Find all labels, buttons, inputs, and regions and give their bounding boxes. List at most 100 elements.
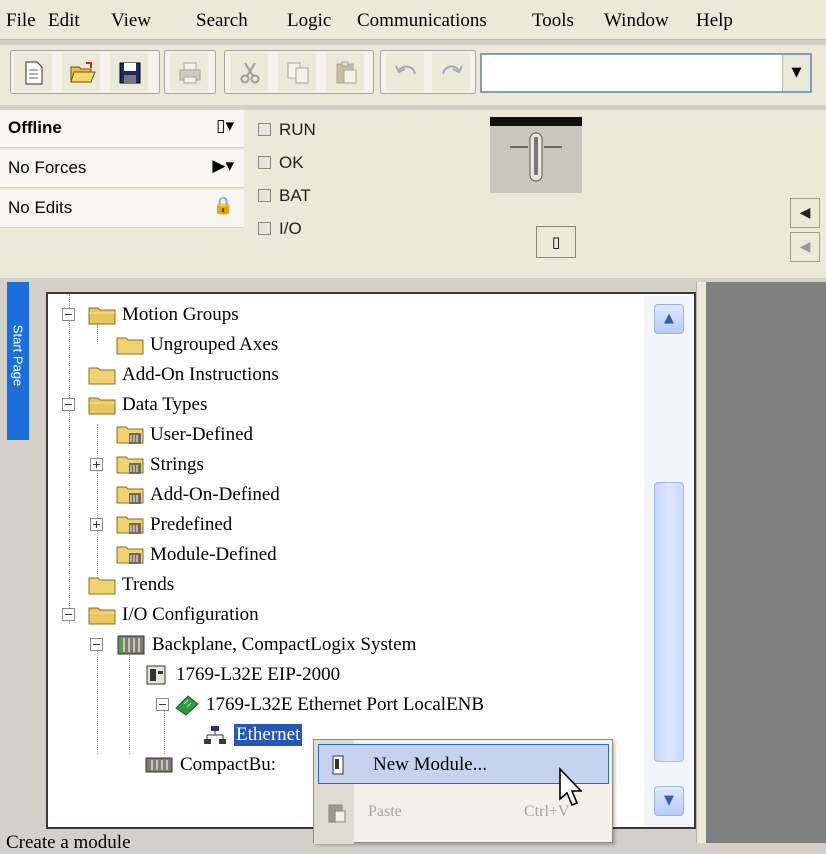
paste-icon — [328, 804, 346, 823]
network-icon — [204, 726, 226, 744]
tree-item-add-on-defined[interactable]: Add-On-Defined — [116, 480, 280, 510]
menu-tools[interactable]: Tools — [532, 10, 574, 32]
copy-icon — [287, 62, 309, 84]
tree-line — [164, 704, 165, 754]
collapse-icon[interactable]: − — [156, 698, 169, 711]
datatype-icon — [116, 486, 144, 504]
scroll-left-icon[interactable]: ◀ — [790, 198, 820, 228]
mode-label: Offline — [8, 118, 62, 137]
io-indicator: I/O — [258, 219, 302, 239]
open-button[interactable] — [62, 53, 100, 91]
controller-status-panel: Offline ▯▾ No Forces ▶▾ No Edits 🔒 — [0, 110, 826, 278]
expand-icon[interactable]: + — [90, 518, 103, 531]
menu-logic[interactable]: Logic — [287, 10, 331, 32]
tree-item-add-on-instructions[interactable]: Add-On Instructions — [88, 360, 279, 390]
status-bar-text: Create a module — [6, 832, 131, 853]
forces-row[interactable]: No Forces ▶▾ — [0, 150, 244, 188]
toolbar-combo-box[interactable]: ▼ — [480, 53, 812, 93]
new-icon — [25, 61, 43, 85]
forces-label: No Forces — [8, 158, 87, 177]
bat-indicator: BAT — [258, 186, 311, 206]
backplane-icon — [117, 635, 145, 655]
run-indicator: RUN — [258, 120, 316, 140]
tree-line — [97, 424, 98, 584]
menu-search[interactable]: Search — [196, 10, 248, 32]
edits-label: No Edits — [8, 198, 73, 217]
tree-item-io-configuration[interactable]: I/O Configuration — [88, 600, 259, 630]
collapse-icon[interactable]: − — [90, 638, 103, 651]
bus-icon — [145, 757, 173, 773]
new-button[interactable] — [14, 53, 52, 91]
collapse-icon[interactable]: − — [62, 398, 75, 411]
controller-key-button[interactable]: ▯ — [536, 226, 576, 258]
scrollbar-thumb[interactable] — [654, 482, 684, 762]
tab-start-page[interactable]: Start Page — [7, 282, 29, 440]
splitter[interactable] — [696, 282, 706, 843]
save-button[interactable] — [110, 53, 148, 91]
datatype-icon — [116, 426, 144, 444]
paste-icon — [336, 61, 357, 84]
cut-button[interactable] — [230, 53, 268, 91]
menu-communications[interactable]: Communications — [357, 10, 487, 32]
paste-button[interactable] — [326, 53, 364, 91]
scroll-up-icon[interactable]: ▲ — [654, 304, 684, 334]
edits-lock-icon: 🔒 — [212, 196, 234, 216]
mode-row[interactable]: Offline ▯▾ — [0, 110, 244, 148]
tree-line — [69, 294, 70, 624]
workspace-area — [706, 282, 826, 843]
menu-view[interactable]: View — [111, 10, 151, 32]
tree-item-ungrouped-axes[interactable]: Ungrouped Axes — [116, 330, 278, 360]
tree-item-ethernet-port[interactable]: 1769-L32E Ethernet Port LocalENB — [174, 690, 484, 720]
expand-icon[interactable]: + — [90, 458, 103, 471]
folder-open-icon — [88, 607, 116, 625]
tab-start-page-label: Start Page — [10, 324, 26, 387]
forces-dropdown-icon[interactable]: ▶▾ — [212, 156, 234, 176]
tree-item-user-defined[interactable]: User-Defined — [116, 420, 253, 450]
datatype-icon — [116, 546, 144, 564]
collapse-icon[interactable]: − — [62, 608, 75, 621]
ethernet-port-icon — [175, 695, 199, 716]
edits-row[interactable]: No Edits 🔒 — [0, 190, 244, 228]
collapse-icon[interactable]: − — [62, 308, 75, 321]
scroll-down-icon[interactable]: ▼ — [654, 786, 684, 816]
menu-edit[interactable]: Edit — [48, 10, 80, 32]
copy-button[interactable] — [278, 53, 316, 91]
datatype-icon — [116, 516, 144, 534]
new-module-icon — [332, 755, 344, 775]
scroll-left-disabled-icon[interactable]: ◀ — [790, 232, 820, 262]
print-button[interactable] — [170, 53, 208, 91]
led-icon — [258, 123, 271, 136]
folder-icon — [88, 367, 116, 385]
folder-icon — [116, 337, 144, 355]
tree-line — [97, 644, 98, 754]
redo-button[interactable] — [432, 53, 470, 91]
tree-item-trends[interactable]: Trends — [88, 570, 174, 600]
led-icon — [258, 189, 271, 202]
mouse-cursor-icon — [559, 767, 582, 807]
undo-button[interactable] — [386, 53, 424, 91]
folder-icon — [88, 577, 116, 595]
chevron-down-icon[interactable]: ▼ — [782, 55, 810, 91]
tree-item-backplane[interactable]: Backplane, CompactLogix System — [116, 630, 416, 660]
menu-file[interactable]: File — [6, 10, 36, 32]
save-icon — [119, 62, 141, 84]
ok-indicator: OK — [258, 153, 304, 173]
led-icon — [258, 222, 271, 235]
menu-window[interactable]: Window — [604, 10, 669, 32]
menu-help[interactable]: Help — [696, 10, 733, 32]
datatype-icon — [116, 456, 144, 474]
tree-item-controller[interactable]: 1769-L32E EIP-2000 — [144, 660, 340, 690]
tree-item-motion-groups[interactable]: Motion Groups — [88, 300, 239, 330]
mode-dropdown-icon[interactable]: ▯▾ — [216, 116, 234, 136]
tree-item-module-defined[interactable]: Module-Defined — [116, 540, 277, 570]
undo-icon — [395, 65, 416, 75]
tree-item-predefined[interactable]: Predefined — [116, 510, 232, 540]
tree-item-ethernet[interactable]: Ethernet — [202, 720, 303, 750]
tree-item-compactbus[interactable]: CompactBu: — [144, 750, 276, 780]
controller-icon — [146, 665, 166, 685]
redo-icon — [442, 65, 463, 75]
tree-scrollbar[interactable]: ▲ ▼ — [644, 296, 694, 827]
tree-item-strings[interactable]: Strings — [116, 450, 204, 480]
tree-item-data-types[interactable]: Data Types — [88, 390, 207, 420]
tree-line — [129, 644, 130, 754]
